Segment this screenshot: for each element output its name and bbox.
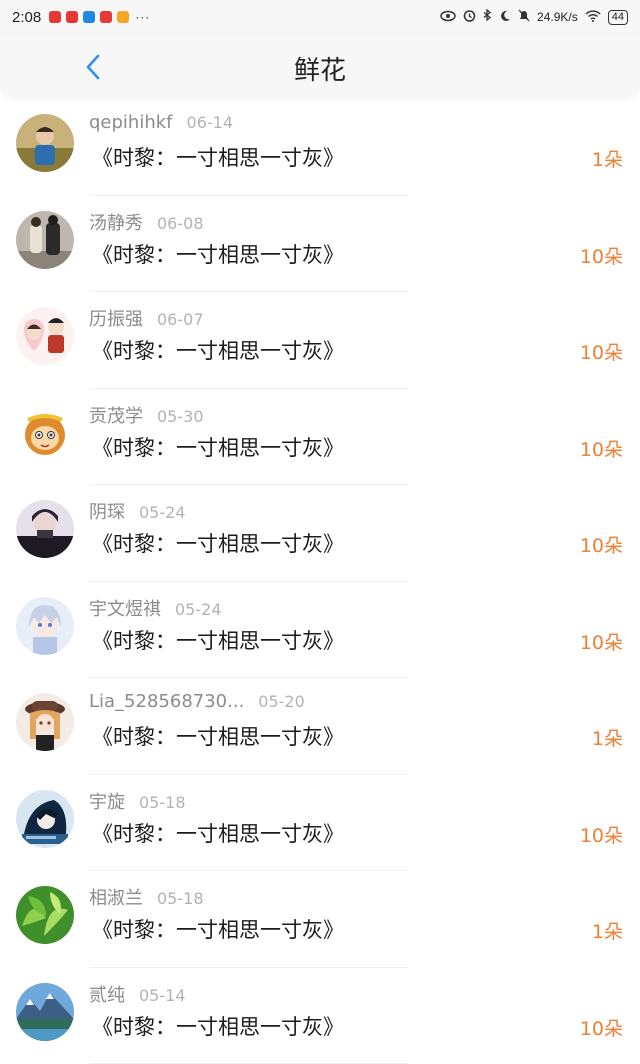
flower-count: 10朵 [580, 628, 623, 655]
avatar[interactable] [16, 114, 74, 172]
list-item[interactable]: Lia_528568730... 05-20 《时黎：一寸相思一寸灰》 1朵 [0, 678, 640, 775]
flower-count: 10朵 [580, 821, 623, 848]
book-title[interactable]: 《时黎：一寸相思一寸灰》 [92, 818, 344, 848]
list-item[interactable]: 汤静秀 06-08 《时黎：一寸相思一寸灰》 10朵 [0, 196, 640, 293]
list-item[interactable]: 相淑兰 05-18 《时黎：一寸相思一寸灰》 1朵 [0, 871, 640, 968]
book-title[interactable]: 《时黎：一寸相思一寸灰》 [92, 914, 344, 944]
book-title[interactable]: 《时黎：一寸相思一寸灰》 [92, 335, 344, 365]
flower-count: 1朵 [592, 724, 623, 751]
flower-count: 1朵 [592, 145, 623, 172]
gift-date: 06-08 [157, 214, 204, 233]
user-name[interactable]: 贡茂学 [89, 402, 143, 428]
notification-app-icon [100, 11, 112, 23]
flower-count: 10朵 [580, 338, 623, 365]
book-title[interactable]: 《时黎：一寸相思一寸灰》 [92, 239, 344, 269]
flower-count: 10朵 [580, 242, 623, 269]
list-item[interactable]: 阴琛 05-24 《时黎：一寸相思一寸灰》 10朵 [0, 485, 640, 582]
status-time: 2:08 [12, 9, 41, 26]
bluetooth-icon [483, 9, 492, 25]
top-nav-bar: 鲜花 [0, 34, 640, 98]
avatar[interactable] [16, 211, 74, 269]
list-item[interactable]: 贰纯 05-14 《时黎：一寸相思一寸灰》 10朵 [0, 968, 640, 1064]
avatar[interactable] [16, 693, 74, 751]
flower-count: 10朵 [580, 531, 623, 558]
list-item[interactable]: 宇文煜祺 05-24 《时黎：一寸相思一寸灰》 10朵 [0, 582, 640, 679]
mute-bell-icon [518, 9, 530, 25]
list-item[interactable]: 历振强 06-07 《时黎：一寸相思一寸灰》 10朵 [0, 292, 640, 389]
user-meta: 贰纯 05-14 [89, 981, 186, 1007]
list-item[interactable]: 宇旋 05-18 《时黎：一寸相思一寸灰》 10朵 [0, 775, 640, 872]
user-meta: qepihihkf 06-14 [89, 112, 233, 133]
user-meta: 相淑兰 05-18 [89, 884, 204, 910]
list-item[interactable]: qepihihkf 06-14 《时黎：一寸相思一寸灰》 1朵 [0, 99, 640, 196]
book-title[interactable]: 《时黎：一寸相思一寸灰》 [92, 528, 344, 558]
user-meta: 历振强 06-07 [89, 305, 204, 331]
book-title[interactable]: 《时黎：一寸相思一寸灰》 [92, 432, 344, 462]
gift-date: 05-30 [157, 407, 204, 426]
gift-date: 05-14 [139, 986, 186, 1005]
avatar[interactable] [16, 790, 74, 848]
user-name[interactable]: 历振强 [89, 305, 143, 331]
more-notifications-icon: ··· [135, 10, 150, 24]
user-meta: 贡茂学 05-30 [89, 402, 204, 428]
flower-count: 10朵 [580, 1014, 623, 1041]
notification-app-icon [117, 11, 129, 23]
notification-app-icon [83, 11, 95, 23]
user-name[interactable]: 宇文煜祺 [89, 595, 161, 621]
user-meta: 宇文煜祺 05-24 [89, 595, 222, 621]
gift-date: 05-24 [175, 600, 222, 619]
user-name[interactable]: 贰纯 [89, 981, 125, 1007]
page-title: 鲜花 [0, 50, 640, 87]
book-title[interactable]: 《时黎：一寸相思一寸灰》 [92, 1011, 344, 1041]
gift-date: 06-07 [157, 310, 204, 329]
avatar[interactable] [16, 307, 74, 365]
battery-indicator: 44 [608, 10, 628, 25]
book-title[interactable]: 《时黎：一寸相思一寸灰》 [92, 142, 344, 172]
user-meta: 阴琛 05-24 [89, 498, 186, 524]
user-name[interactable]: 汤静秀 [89, 209, 143, 235]
moon-icon [499, 10, 511, 25]
user-name[interactable]: 宇旋 [89, 788, 125, 814]
avatar[interactable] [16, 886, 74, 944]
alarm-icon [463, 9, 476, 25]
user-name[interactable]: 相淑兰 [89, 884, 143, 910]
user-name[interactable]: 阴琛 [89, 498, 125, 524]
list-item[interactable]: 贡茂学 05-30 《时黎：一寸相思一寸灰》 10朵 [0, 389, 640, 486]
avatar[interactable] [16, 983, 74, 1041]
notification-app-icon [49, 11, 61, 23]
user-name[interactable]: Lia_528568730... [89, 691, 244, 712]
flower-count: 1朵 [592, 917, 623, 944]
avatar[interactable] [16, 597, 74, 655]
gift-date: 06-14 [187, 113, 234, 132]
book-title[interactable]: 《时黎：一寸相思一寸灰》 [92, 721, 344, 751]
gift-date: 05-24 [139, 503, 186, 522]
user-name[interactable]: qepihihkf [89, 112, 173, 133]
network-speed: 24.9K/s [537, 10, 578, 24]
eye-icon [440, 10, 456, 25]
book-title[interactable]: 《时黎：一寸相思一寸灰》 [92, 625, 344, 655]
wifi-icon [585, 10, 601, 25]
status-right: 24.9K/s 44 [440, 9, 628, 25]
user-meta: 宇旋 05-18 [89, 788, 186, 814]
notification-app-icon [66, 11, 78, 23]
gift-date: 05-18 [139, 793, 186, 812]
avatar[interactable] [16, 404, 74, 462]
status-bar: 2:08 ··· 24.9K/s 44 [0, 0, 640, 34]
gift-date: 05-20 [258, 692, 305, 711]
notification-icons [49, 11, 129, 23]
gift-date: 05-18 [157, 889, 204, 908]
flower-gift-list: qepihihkf06-14《时黎：一寸相思一寸灰》1朵汤静秀06-08《时黎：… [0, 99, 640, 1064]
flower-count: 10朵 [580, 435, 623, 462]
user-meta: Lia_528568730... 05-20 [89, 691, 305, 712]
avatar[interactable] [16, 500, 74, 558]
user-meta: 汤静秀 06-08 [89, 209, 204, 235]
